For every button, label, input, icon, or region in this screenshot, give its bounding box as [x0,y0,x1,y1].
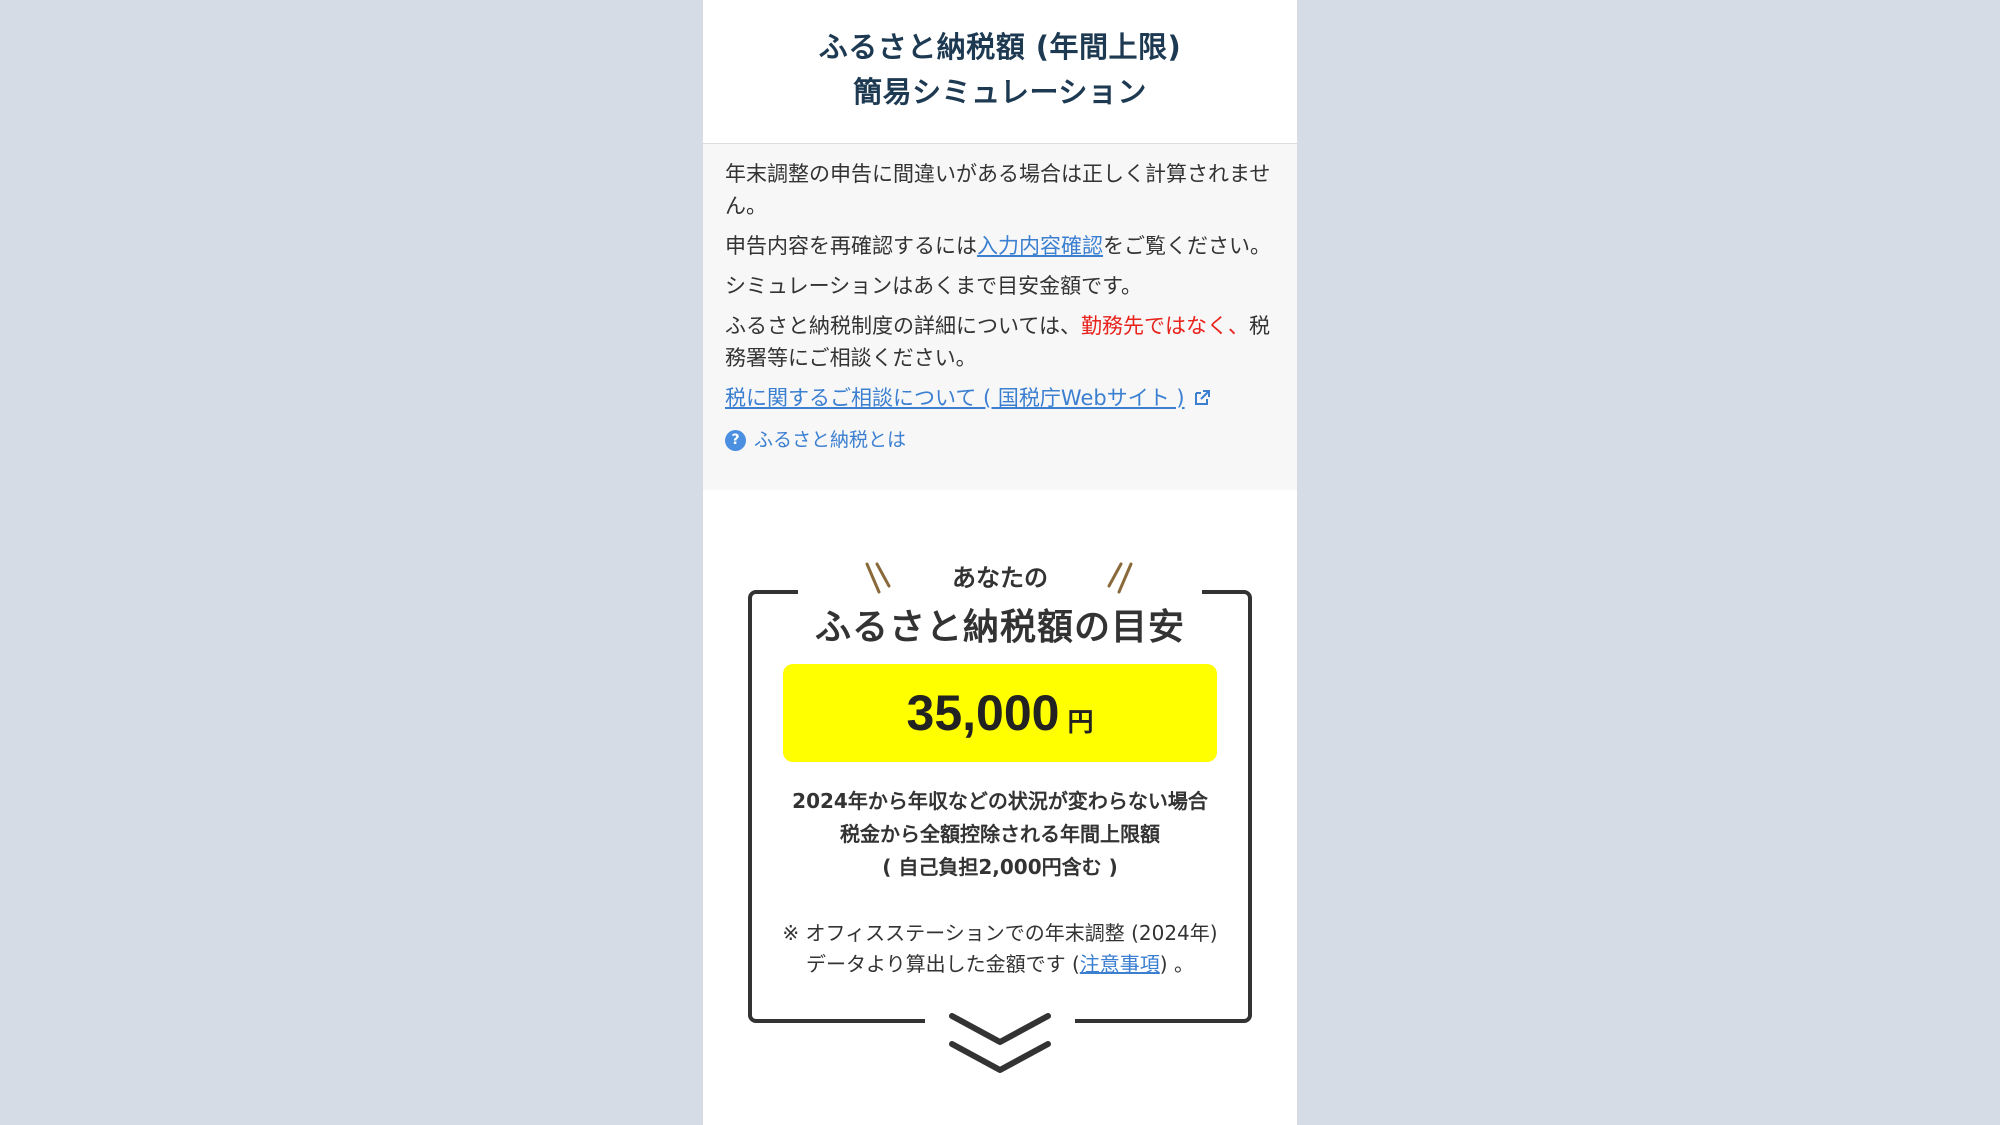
chevron-down-icon [949,1013,1051,1073]
external-link-icon [1194,390,1210,405]
notice-estimate: シミュレーションはあくまで目安金額です。 [725,274,1143,298]
sparkle-right-icon [1107,562,1133,594]
result-title: ふるさと納税額の目安 [814,607,1185,648]
footnote-suffix: ) 。 [1159,952,1194,976]
tax-consult-link[interactable]: 税に関するご相談について ( 国税庁Webサイト ) [725,382,1185,414]
notice-consult-emphasis: 勤務先ではなく、 [1080,314,1249,338]
page-title-line1: ふるさと納税額 (年間上限) [818,29,1182,64]
furusato-help-row[interactable]: ? ふるさと納税とは [725,424,1275,456]
result-footnote: ※ オフィスステーションでの年末調整 (2024年) データより算出した金額です… [763,918,1237,980]
notice-consult-prefix: ふるさと納税制度の詳細については、 [725,314,1081,338]
question-icon: ? [725,429,746,451]
notes-link[interactable]: 注意事項 [1080,952,1160,976]
notice-recheck-prefix: 申告内容を再確認するには [725,234,977,258]
result-description: 2024年から年収などの状況が変わらない場合 税金から全額控除される年間上限額 … [773,785,1227,884]
footnote-line2: データより算出した金額です (注意事項) 。 [763,949,1237,980]
furusato-help-link[interactable]: ふるさと納税とは [754,424,906,456]
result-desc-line1: 2024年から年収などの状況が変わらない場合 [792,789,1208,813]
result-section: あなたの ふるさと納税額の目安 35,000 円 2024年から年収などの状況が… [703,490,1297,1125]
result-subtitle: あなたの [952,564,1048,592]
notice-recheck: 申告内容を再確認するには入力内容確認をご覧ください。 [725,230,1275,262]
footnote-line1: ※ オフィスステーションでの年末調整 (2024年) [782,921,1218,945]
input-confirm-link[interactable]: 入力内容確認 [977,234,1103,258]
page-header: ふるさと納税額 (年間上限) 簡易シミュレーション [703,0,1297,144]
result-desc-line2: 税金から全額控除される年間上限額 [840,822,1160,846]
notice-warning: 年末調整の申告に間違いがある場合は正しく計算されません。 [725,162,1271,218]
app-screen: ふるさと納税額 (年間上限) 簡易シミュレーション 年末調整の申告に間違いがある… [703,0,1297,1125]
page-title-line2: 簡易シミュレーション [853,74,1147,109]
notice-recheck-suffix: をご覧ください。 [1103,234,1271,258]
amount-highlight: 35,000 円 [783,664,1217,762]
result-desc-line3: ( 自己負担2,000円含む ) [882,855,1118,879]
notice-consult: ふるさと納税制度の詳細については、勤務先ではなく、税務署等にご相談ください。 [725,310,1275,374]
tax-consult-link-row[interactable]: 税に関するご相談について ( 国税庁Webサイト ) [725,382,1275,414]
amount-value: 35,000 [906,685,1060,741]
amount-unit: 円 [1067,707,1094,738]
footnote-prefix: データより算出した金額です ( [806,952,1080,976]
notice-panel: 年末調整の申告に間違いがある場合は正しく計算されません。 申告内容を再確認するに… [703,144,1297,490]
